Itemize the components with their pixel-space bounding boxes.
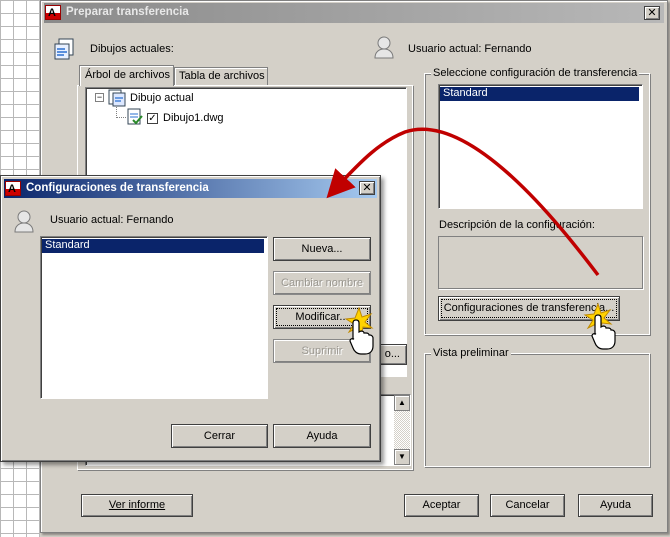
tab-file-tree[interactable]: Árbol de archivos bbox=[79, 65, 174, 86]
red-arrow bbox=[326, 127, 600, 277]
tab-file-tree-label: Árbol de archivos bbox=[85, 69, 170, 81]
